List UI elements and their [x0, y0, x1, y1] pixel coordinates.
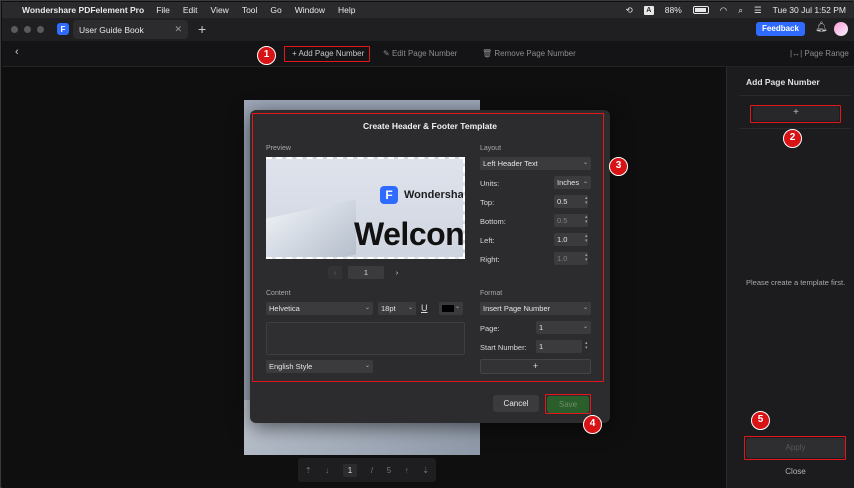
empty-template-message: Please create a template first. — [746, 278, 846, 287]
document-tab-title: User Guide Book — [79, 24, 144, 35]
tab-bar: F User Guide Book ✕ + Feedback 🔔︎ — [2, 18, 854, 41]
remove-page-number-button[interactable]: 🗑︎ Remove Page Number — [482, 49, 576, 58]
menu-bar: Wondershare PDFelement Pro File Edit Vie… — [2, 2, 854, 18]
menu-go[interactable]: Go — [270, 5, 281, 15]
panel-title: Add Page Number — [746, 77, 820, 87]
app-window: Wondershare PDFelement Pro File Edit Vie… — [0, 0, 854, 488]
highlight-dialog-content — [252, 113, 604, 382]
step-badge-1: 1 — [257, 46, 276, 65]
menu-tool[interactable]: Tool — [242, 5, 258, 15]
minimize-window-icon[interactable] — [24, 26, 31, 33]
pdfelement-logo-icon: F — [57, 23, 69, 35]
pencil-icon: ✎ — [383, 49, 392, 58]
prev-page-icon[interactable]: ↓ — [325, 466, 329, 475]
close-button[interactable]: Close — [746, 464, 845, 480]
first-page-icon[interactable]: ⇡ — [305, 466, 312, 475]
menu-window[interactable]: Window — [295, 5, 325, 15]
wifi-icon[interactable]: ◠ — [720, 5, 727, 16]
edit-page-number-button[interactable]: ✎ Edit Page Number — [383, 49, 457, 58]
datetime[interactable]: Tue 30 Jul 1:52 PM — [773, 5, 846, 15]
step-badge-5: 5 — [751, 411, 770, 430]
menu-edit[interactable]: Edit — [183, 5, 198, 15]
next-page-icon[interactable]: ↑ — [405, 466, 409, 475]
feedback-button[interactable]: Feedback — [756, 22, 805, 36]
last-page-icon[interactable]: ⇣ — [422, 466, 429, 475]
step-badge-4: 4 — [583, 415, 602, 434]
time-machine-icon[interactable]: ⟲ — [626, 5, 633, 16]
notification-bell-icon[interactable]: 🔔︎ — [815, 22, 828, 33]
battery-icon[interactable] — [692, 6, 709, 14]
cancel-button[interactable]: Cancel — [493, 395, 539, 412]
new-tab-icon[interactable]: + — [198, 21, 206, 37]
menu-help[interactable]: Help — [338, 5, 355, 15]
search-icon[interactable]: ⌕ — [738, 5, 743, 16]
highlight-save — [545, 394, 591, 414]
document-tab[interactable]: User Guide Book ✕ — [73, 20, 188, 39]
highlight-apply — [744, 436, 846, 460]
control-center-icon[interactable]: ☰ — [754, 5, 762, 16]
page-number-input[interactable]: 1 — [342, 463, 358, 477]
avatar[interactable] — [834, 22, 848, 36]
app-name-menu[interactable]: Wondershare PDFelement Pro — [22, 5, 144, 15]
input-source-icon[interactable]: A — [643, 5, 654, 15]
zoom-window-icon[interactable] — [37, 26, 44, 33]
total-pages: 5 — [386, 465, 392, 475]
page-navigation: ⇡ ↓ 1 / 5 ↑ ⇣ — [298, 458, 436, 482]
step-badge-3: 3 — [609, 157, 628, 176]
status-area: ⟲ A 88% ◠ ⌕ ☰ Tue 30 Jul 1:52 PM — [626, 2, 846, 18]
highlight-add-template — [750, 105, 841, 123]
step-badge-2: 2 — [783, 129, 802, 148]
highlight-add-page-number — [284, 46, 370, 62]
page-range-icon: |↔| — [790, 49, 805, 58]
trash-icon: 🗑︎ — [482, 49, 495, 58]
panel-divider — [740, 95, 851, 96]
close-window-icon[interactable] — [11, 26, 18, 33]
battery-percent: 88% — [664, 5, 682, 15]
menu-file[interactable]: File — [156, 5, 170, 15]
back-arrow-icon[interactable]: ‹ — [15, 46, 19, 58]
close-tab-icon[interactable]: ✕ — [174, 24, 182, 35]
page-range-button[interactable]: |↔| Page Range — [790, 49, 849, 58]
page-separator: / — [370, 465, 374, 475]
menu-view[interactable]: View — [211, 5, 229, 15]
